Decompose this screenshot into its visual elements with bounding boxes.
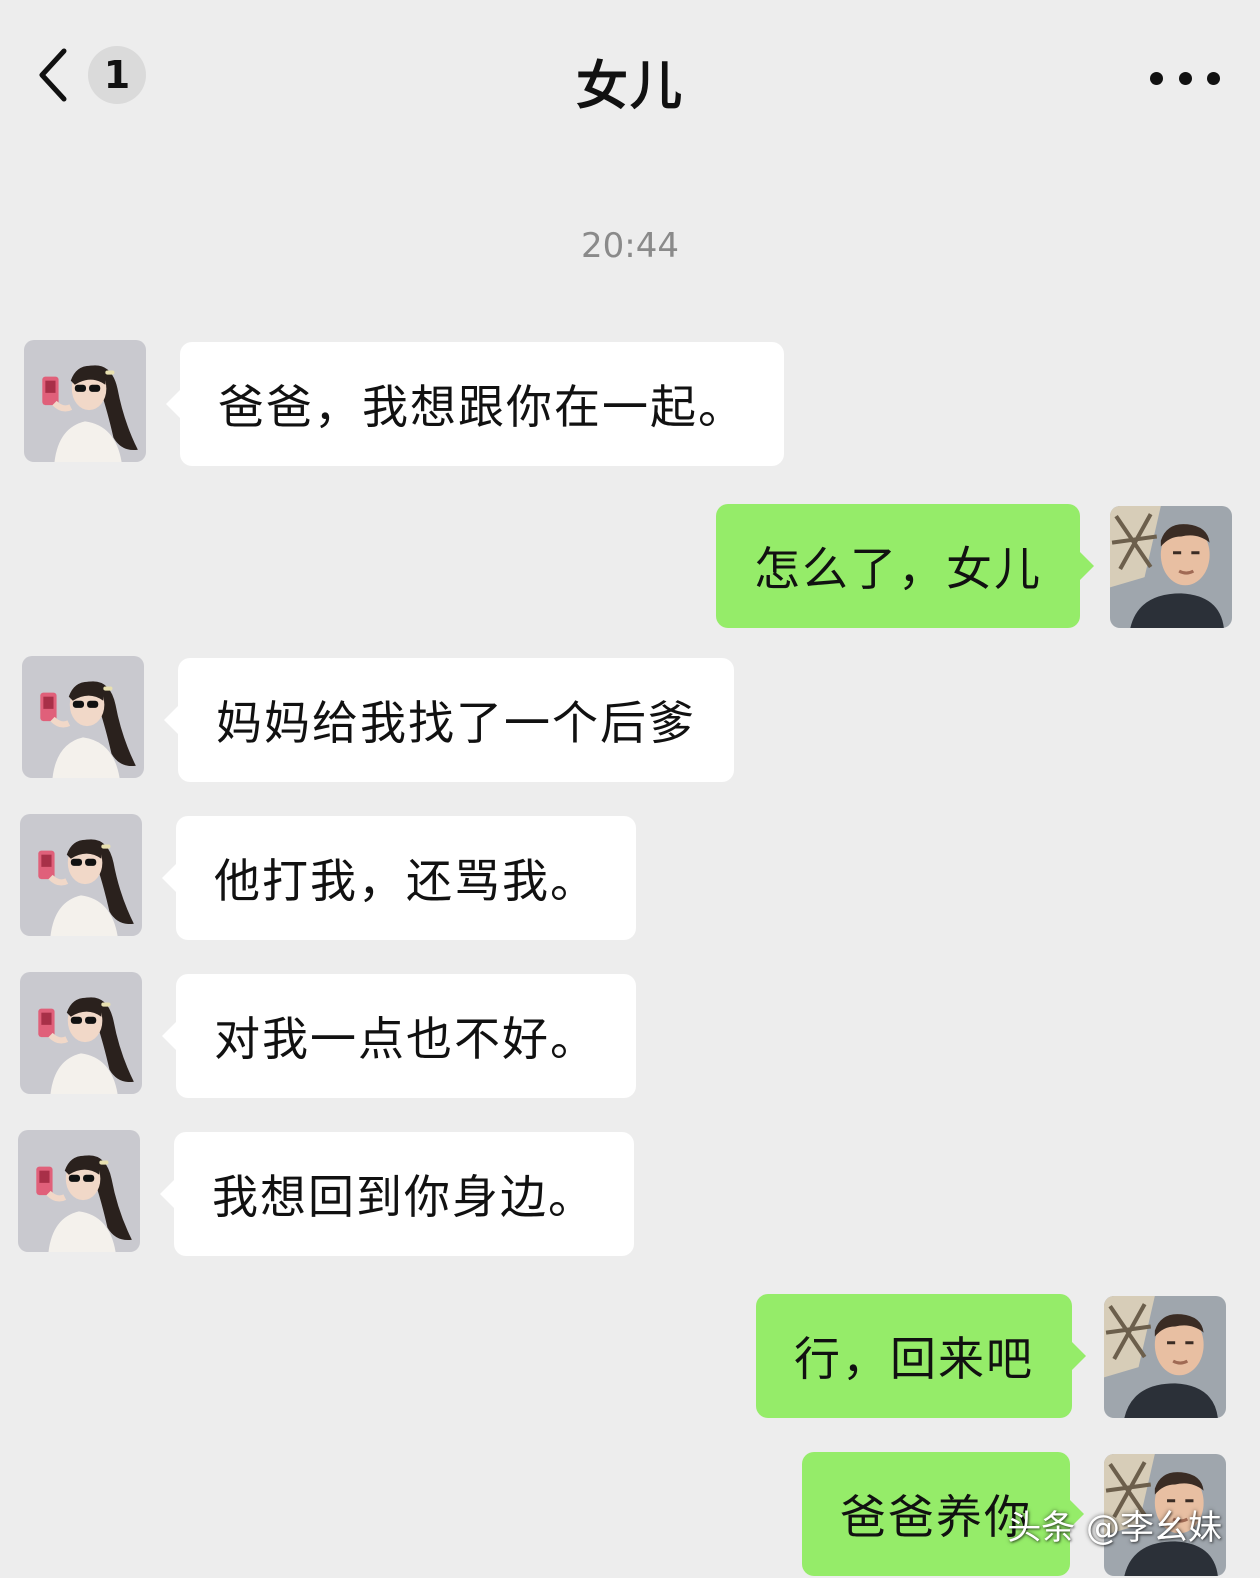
man-avatar-icon	[1104, 1296, 1226, 1418]
incoming-message-bubble[interactable]: 爸爸，我想跟你在一起。	[166, 342, 784, 466]
self-avatar[interactable]	[1110, 506, 1232, 628]
incoming-message-bubble[interactable]: 对我一点也不好。	[162, 974, 636, 1098]
self-avatar[interactable]	[1104, 1296, 1226, 1418]
man-avatar-icon	[1110, 506, 1232, 628]
chat-title: 女儿	[575, 57, 684, 117]
outgoing-message-bubble[interactable]: 行，回来吧	[756, 1294, 1086, 1418]
outgoing-message-bubble[interactable]: 怎么了，女儿	[716, 504, 1094, 628]
girl-avatar-icon	[20, 972, 142, 1094]
girl-avatar-icon	[18, 1130, 140, 1252]
contact-avatar[interactable]	[22, 656, 144, 778]
message-timestamp: 20:44	[581, 226, 679, 266]
ellipsis-icon	[1150, 71, 1163, 85]
chat-screen: 1 女儿 20:44 爸爸，我想跟你在一起。 怎么了，女儿 妈妈给我找了一个后爹…	[0, 0, 1260, 1578]
contact-avatar[interactable]	[18, 1130, 140, 1252]
contact-avatar[interactable]	[20, 814, 142, 936]
watermark: 头条 @李幺妹	[1007, 1508, 1222, 1548]
incoming-message-bubble[interactable]: 妈妈给我找了一个后爹	[164, 658, 734, 782]
contact-avatar[interactable]	[24, 340, 146, 462]
girl-avatar-icon	[20, 814, 142, 936]
incoming-message-bubble[interactable]: 我想回到你身边。	[160, 1132, 634, 1256]
more-options-button[interactable]	[1150, 58, 1220, 98]
girl-avatar-icon	[24, 340, 146, 462]
contact-avatar[interactable]	[20, 972, 142, 1094]
chat-header: 1 女儿	[0, 0, 1260, 150]
girl-avatar-icon	[22, 656, 144, 778]
incoming-message-bubble[interactable]: 他打我，还骂我。	[162, 816, 636, 940]
